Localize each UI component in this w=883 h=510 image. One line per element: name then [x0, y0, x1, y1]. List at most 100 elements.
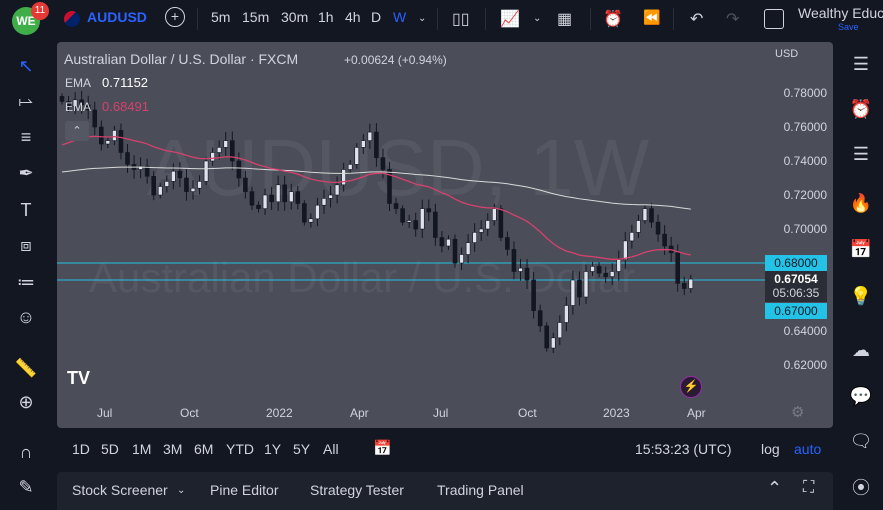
indicators-icon[interactable]: 📈 [500, 9, 520, 29]
tab-trading-panel[interactable]: Trading Panel [437, 482, 524, 498]
candle-down [256, 204, 261, 209]
add-symbol-icon[interactable]: + [165, 7, 185, 27]
candle-up [459, 254, 464, 264]
range-5D[interactable]: 5D [101, 441, 119, 457]
top-toolbar: WE 11 AUDUSD + 5m 15m 30m 1h 4h D W ⌄ ▯▯… [0, 0, 883, 38]
interval-1h[interactable]: 1h [318, 9, 334, 25]
candle-down [243, 177, 248, 192]
chevron-down-icon[interactable]: ⌄ [177, 485, 185, 496]
date-range-bar: 1D 5D 1M 3M 6M YTD 1Y 5Y All 📅 15:53:23 … [57, 432, 833, 464]
clock-time[interactable]: 15:53:23 (UTC) [635, 441, 731, 457]
candle-up [315, 204, 320, 220]
chevron-down-icon[interactable]: ⌄ [418, 13, 426, 24]
candle-down [498, 208, 504, 238]
candle-down [59, 96, 65, 102]
interval-4h[interactable]: 4h [345, 9, 361, 25]
candle-up [164, 181, 170, 187]
chart-panel[interactable]: AUDUSD, 1W Australian Dollar / U.S. Doll… [57, 42, 833, 428]
interval-W[interactable]: W [393, 9, 406, 25]
text-icon[interactable]: T [13, 197, 39, 223]
ema-slow-label: EMA [65, 76, 92, 90]
log-toggle[interactable]: log [761, 441, 780, 457]
price-chart[interactable] [57, 42, 833, 428]
hotlist-icon[interactable]: 🔥 [847, 189, 875, 217]
expand-panel-icon[interactable]: ⌃ [767, 478, 782, 499]
layout-icon[interactable]: ▦ [557, 9, 572, 29]
watchlist-icon[interactable]: ☰ [847, 50, 875, 78]
help-icon[interactable]: ⦿ [847, 474, 875, 502]
candle-up [223, 140, 229, 148]
alert-icon[interactable]: ⏰ [603, 9, 623, 29]
fib-icon[interactable]: ≡ [13, 124, 39, 150]
candle-up [216, 147, 222, 153]
alarm-icon[interactable]: ⏰ [847, 95, 875, 123]
settings-icon[interactable]: ⚙ [791, 403, 804, 421]
range-All[interactable]: All [323, 441, 339, 457]
layout-name[interactable]: Wealthy Educ [798, 5, 883, 21]
cursor-icon[interactable]: ↖ [13, 53, 39, 79]
candle-up [518, 267, 523, 272]
auto-toggle[interactable]: auto [794, 441, 821, 457]
trend-line-icon[interactable]: ⥛ [13, 88, 39, 114]
interval-5m[interactable]: 5m [211, 9, 230, 25]
prediction-icon[interactable]: ≔ [13, 269, 39, 295]
tab-stock-screener[interactable]: Stock Screener [72, 482, 168, 498]
candle-down [596, 266, 602, 274]
range-YTD[interactable]: YTD [226, 441, 254, 457]
candle-down [249, 191, 255, 206]
candle-up [564, 305, 569, 323]
replay-icon[interactable]: ⏪ [643, 9, 660, 26]
fullscreen-icon[interactable] [764, 9, 784, 29]
comments-icon[interactable]: 🗨 [847, 427, 875, 455]
candle-down [118, 130, 124, 153]
range-5Y[interactable]: 5Y [293, 441, 310, 457]
zoom-icon[interactable]: ⊕ [13, 389, 39, 415]
range-1M[interactable]: 1M [132, 441, 151, 457]
undo-icon[interactable]: ↶ [690, 9, 703, 29]
range-1Y[interactable]: 1Y [264, 441, 281, 457]
range-3M[interactable]: 3M [163, 441, 182, 457]
candle-down [531, 279, 536, 311]
currency-select[interactable]: USD [775, 48, 798, 60]
ideas-icon[interactable]: 💡 [847, 282, 875, 310]
candle-down [230, 140, 235, 162]
pattern-icon[interactable]: ⧈ [13, 232, 39, 258]
events-icon[interactable]: ⚡ [680, 376, 702, 398]
emoji-icon[interactable]: ☺ [13, 304, 39, 330]
last-price: 0.67054 [774, 272, 818, 286]
data-window-icon[interactable]: ☰ [847, 140, 875, 168]
candle-up [210, 152, 215, 162]
collapse-legend-button[interactable]: ⌃ [65, 121, 89, 141]
chats-icon[interactable]: 💬 [847, 382, 875, 410]
tab-strategy-tester[interactable]: Strategy Tester [310, 482, 404, 498]
lock-drawings-icon[interactable]: ✎ [13, 474, 39, 500]
tab-pine-editor[interactable]: Pine Editor [210, 482, 278, 498]
price-tick: 0.64000 [783, 324, 827, 338]
symbol-search[interactable]: AUDUSD [87, 9, 147, 25]
calendar-icon[interactable]: 📅 [847, 235, 875, 263]
candle-down [675, 252, 681, 284]
candles-icon[interactable]: ▯▯ [452, 9, 470, 29]
streams-icon[interactable]: ☁ [847, 336, 875, 364]
candle-up [622, 240, 628, 260]
candle-up [354, 147, 360, 165]
ruler-icon[interactable]: 📏 [13, 355, 39, 381]
candle-down [295, 191, 301, 204]
range-1D[interactable]: 1D [72, 441, 90, 457]
candle-up [341, 169, 346, 186]
brush-icon[interactable]: ✒ [13, 160, 39, 186]
maximize-panel-icon[interactable]: ⛶ [803, 479, 814, 497]
candle-down [439, 237, 445, 247]
chevron-down-icon[interactable]: ⌄ [533, 13, 541, 24]
interval-15m[interactable]: 15m [242, 9, 269, 25]
redo-icon[interactable]: ↷ [726, 9, 739, 29]
candle-down [537, 310, 543, 327]
range-6M[interactable]: 6M [194, 441, 213, 457]
save-button[interactable]: Save [838, 22, 859, 32]
goto-date-icon[interactable]: 📅 [373, 439, 392, 457]
candle-up [491, 208, 497, 221]
magnet-icon[interactable]: ∩ [13, 439, 39, 465]
interval-30m[interactable]: 30m [281, 9, 308, 25]
bar-countdown: 05:06:35 [772, 286, 820, 300]
interval-D[interactable]: D [371, 9, 381, 25]
